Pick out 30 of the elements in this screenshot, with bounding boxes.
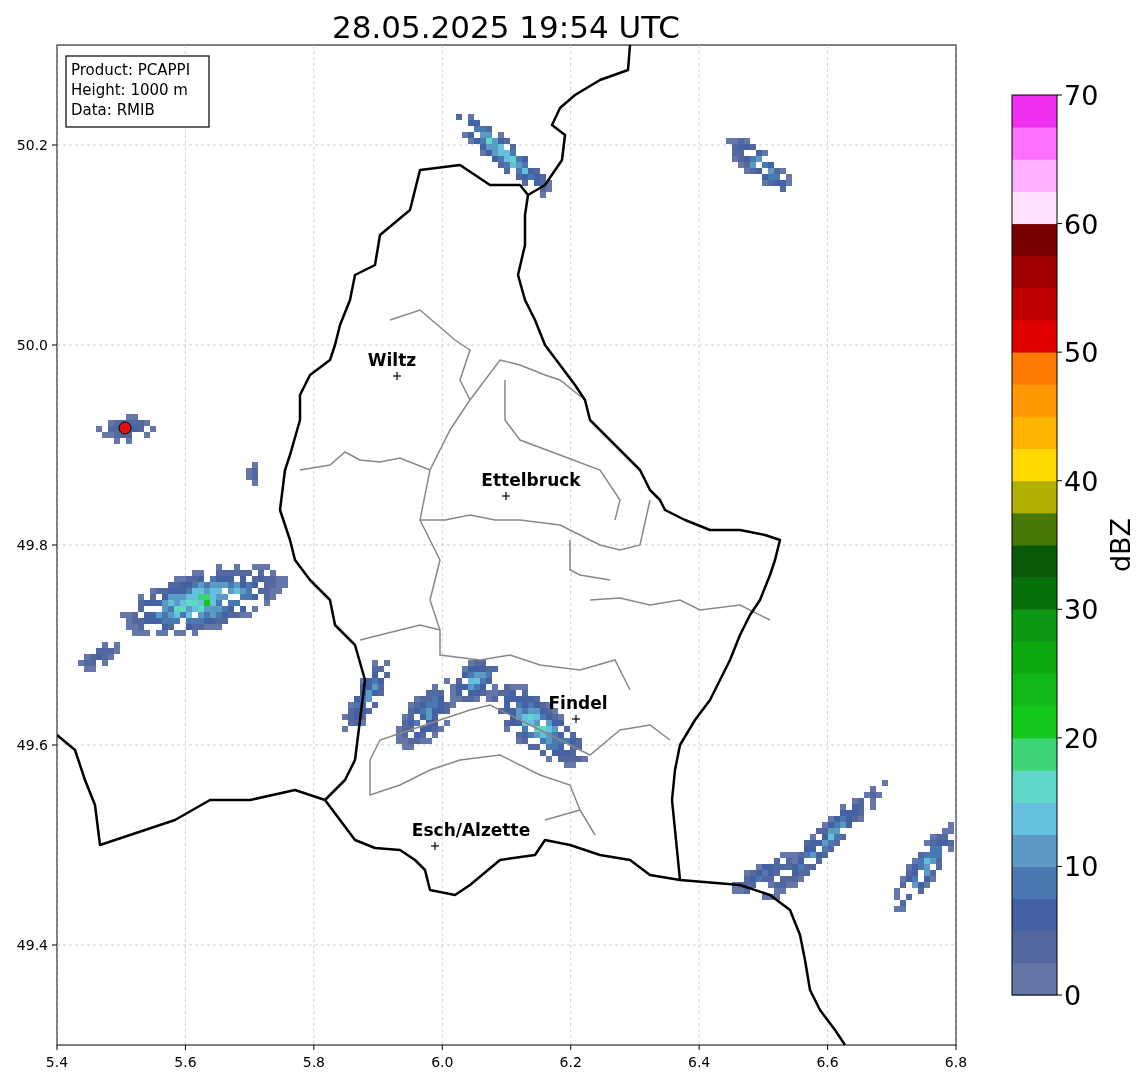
axis-tick-label: 5.6	[174, 1054, 197, 1070]
colorbar-tick-label: 60	[1064, 208, 1099, 240]
figure-title: 28.05.2025 19:54 UTC	[332, 9, 680, 45]
axis-tick-label: 50.2	[16, 137, 48, 153]
info-text: Product: PCAPPI	[71, 61, 191, 79]
axis-tick-label: 49.4	[16, 937, 48, 953]
axis-tick-label: 49.8	[16, 537, 48, 553]
info-text: Height: 1000 m	[71, 81, 188, 99]
colorbar-label: dBZ	[1105, 517, 1136, 573]
colorbar-tick-label: 50	[1064, 337, 1099, 369]
colorbar-tick-label: 40	[1064, 465, 1099, 497]
colorbar-tick-label: 20	[1064, 722, 1099, 754]
colorbar-tick-label: 10	[1064, 851, 1099, 883]
axis-tick-label: 6.8	[944, 1054, 968, 1070]
axis-tick-label: 6.6	[816, 1054, 839, 1070]
axis-tick-label: 5.8	[302, 1054, 325, 1070]
city-label: Ettelbruck	[481, 470, 581, 490]
colorbar-tick-label: 0	[1064, 980, 1082, 1011]
colorbar-tick-label: 70	[1064, 80, 1099, 111]
axis-tick-label: 6.2	[559, 1054, 582, 1070]
axis-tick-label: 5.4	[45, 1054, 69, 1070]
info-text: Data: RMIB	[71, 101, 155, 119]
city-label: Esch/Alzette	[411, 820, 531, 840]
axis-tick-label: 49.6	[16, 737, 48, 753]
axis-tick-label: 6.4	[688, 1054, 711, 1070]
colorbar-tick-label: 30	[1064, 594, 1099, 626]
city-label: Findel	[548, 693, 608, 713]
axis-tick-label: 50.0	[16, 337, 48, 353]
city-label: Wiltz	[367, 350, 417, 370]
axis-tick-label: 6.0	[431, 1054, 454, 1070]
